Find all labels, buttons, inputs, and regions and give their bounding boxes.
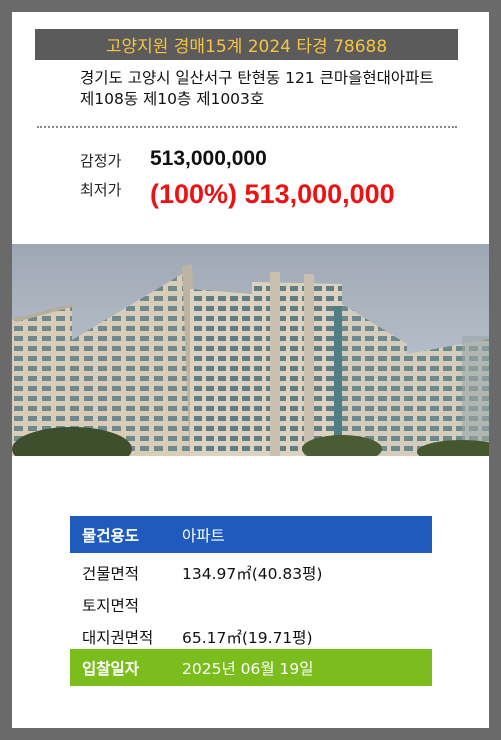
info-key: 입찰일자 <box>82 659 140 678</box>
info-value: 134.97㎡(40.83평) <box>182 564 323 583</box>
address-line-2: 제108동 제10층 제1003호 <box>80 90 265 108</box>
info-key: 토지면적 <box>82 596 140 615</box>
info-value: 2025년 06월 19일 <box>182 659 314 678</box>
info-key: 건물면적 <box>82 564 140 583</box>
case-title: 고양지원 경매15계 2024 타경 78688 <box>105 37 388 57</box>
info-key: 대지권면적 <box>82 628 154 647</box>
appraisal-label: 감정가 <box>80 152 122 170</box>
info-row-bid-date: 입찰일자 2025년 06월 19일 <box>70 649 432 686</box>
info-value: 아파트 <box>182 526 225 545</box>
minimum-label: 최저가 <box>80 181 122 199</box>
apartment-building-photo <box>12 244 489 456</box>
info-value: 65.17㎡(19.71평) <box>182 628 313 647</box>
dotted-divider <box>37 126 457 128</box>
appraisal-price: 513,000,000 <box>150 147 267 170</box>
address-line-1: 경기도 고양시 일산서구 탄현동 121 큰마을현대아파트 <box>80 69 434 87</box>
listing-card: 고양지원 경매15계 2024 타경 78688 경기도 고양시 일산서구 탄현… <box>12 12 489 728</box>
info-row-usage: 물건용도 아파트 <box>70 516 432 553</box>
minimum-price: (100%) 513,000,000 <box>150 179 395 209</box>
case-title-bar: 고양지원 경매15계 2024 타경 78688 <box>35 29 458 60</box>
property-address: 경기도 고양시 일산서구 탄현동 121 큰마을현대아파트 제108동 제10층… <box>80 68 480 110</box>
info-key: 물건용도 <box>82 526 140 545</box>
